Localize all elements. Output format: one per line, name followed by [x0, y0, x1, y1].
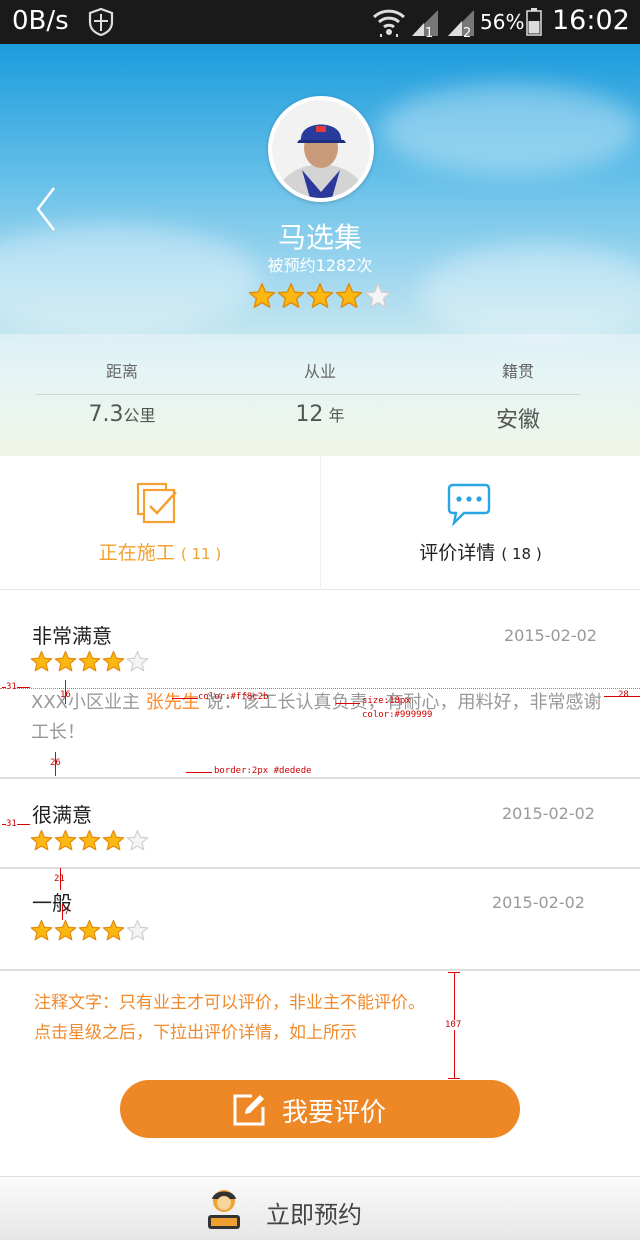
info-label-hometown: 籍贯 [501, 362, 534, 381]
booking-suffix: 次 [356, 256, 373, 275]
book-now-label: 立即预约 [266, 1201, 362, 1229]
status-bar: 0B/s 1 2 56% 16:02 [0, 0, 640, 44]
review-title: 非常满意 [32, 624, 112, 648]
star-filled-icon[interactable] [102, 919, 125, 942]
spec-arrow [172, 698, 198, 699]
review-item[interactable]: 很满意 2015-02-02 [0, 779, 640, 867]
info-value-hometown: 安徽 [495, 408, 540, 433]
spec-color-note-2: color:#999999 [362, 710, 433, 720]
book-now-bar[interactable]: 立即预约 [0, 1176, 640, 1240]
tab-bar: 正在施工 ( 11 ) 评价详情 ( 18 ) [0, 456, 640, 590]
spec-size-note: size:18px [362, 696, 411, 706]
spec-arrow [62, 904, 63, 920]
shield-icon [88, 8, 114, 36]
network-speed: 0B/s [12, 6, 69, 36]
edit-icon [233, 1094, 265, 1126]
note-text: 注释文字：只有业主才可以评价，非业主不能评价。 点击星级之后，下拉出评价详情，如… [34, 993, 425, 1043]
review-date: 2015-02-02 [504, 626, 597, 645]
review-text: XXX小区业主 张先生 说：该工长认真负责，有耐心，用料好，非常感谢工长！ [31, 692, 602, 743]
profile-header: 马选集 被预约1282次 距离 7.3公里 从业 12 年 籍贯 安徽 [0, 44, 640, 456]
spec-margin-right: 28 [618, 690, 629, 700]
star-filled-icon[interactable] [78, 650, 101, 673]
battery-percent: 56% [480, 10, 525, 34]
worker-name: 马选集 [277, 221, 362, 254]
divider [36, 394, 580, 395]
review-item[interactable]: 非常满意 2015-02-02 XXX小区业主 张先生 说：该工长认真负责，有耐… [0, 592, 640, 778]
spec-guide-line [0, 688, 640, 689]
star-empty-icon[interactable] [126, 650, 149, 673]
spec-height: 107 [445, 1020, 462, 1030]
spec-margin-left: 31 [6, 819, 17, 829]
star-filled-icon[interactable] [102, 650, 125, 673]
divider [0, 969, 640, 971]
star-filled-icon[interactable] [54, 919, 77, 942]
signal-icon-sim1: 1 [412, 10, 438, 38]
star-empty-icon[interactable] [126, 919, 149, 942]
review-rating[interactable] [30, 829, 149, 853]
star-filled-icon[interactable] [54, 650, 77, 673]
info-value-experience: 12 年 [295, 402, 345, 427]
reviewer-name: 张先生 [145, 692, 200, 713]
battery-icon [526, 8, 542, 36]
star-filled-icon[interactable] [277, 282, 305, 310]
star-empty-icon[interactable] [364, 282, 392, 310]
checklist-icon [136, 482, 177, 524]
star-empty-icon[interactable] [126, 829, 149, 852]
rate-button-label: 我要评价 [282, 1098, 387, 1128]
spec-arrow [336, 703, 360, 704]
svg-text:1: 1 [425, 26, 433, 38]
review-rating[interactable] [30, 919, 149, 943]
star-filled-icon[interactable] [248, 282, 276, 310]
review-date: 2015-02-02 [502, 804, 595, 823]
tab-working[interactable]: 正在施工 ( 11 ) [0, 456, 321, 590]
star-filled-icon[interactable] [30, 829, 53, 852]
spec-arrow [186, 772, 212, 773]
avatar [268, 96, 374, 202]
tab-reviews[interactable]: 评价详情 ( 18 ) [321, 456, 640, 590]
spec-arrow [448, 972, 460, 973]
info-label-experience: 从业 [303, 362, 336, 381]
worker-photo [272, 100, 370, 198]
wifi-icon [372, 9, 406, 37]
spec-border-note: border:2px #dedede [214, 766, 312, 776]
review-rating[interactable] [30, 650, 149, 674]
spec-margin-left: 31 [6, 682, 17, 692]
spec-arrow [448, 1078, 460, 1079]
review-title: 很满意 [32, 803, 92, 827]
star-filled-icon[interactable] [30, 650, 53, 673]
star-filled-icon[interactable] [335, 282, 363, 310]
info-panel: 距离 7.3公里 从业 12 年 籍贯 安徽 [0, 334, 640, 456]
star-filled-icon[interactable] [54, 829, 77, 852]
chat-icon [447, 483, 491, 526]
info-label-distance: 距离 [105, 362, 138, 381]
star-filled-icon[interactable] [78, 919, 101, 942]
tab-working-label: 正在施工 ( 11 ) [98, 542, 222, 564]
rate-button[interactable]: 我要评价 [120, 1080, 520, 1138]
spec-gap: 16 [60, 690, 71, 700]
profile-rating [248, 282, 394, 310]
spec-gap: 7 [64, 907, 70, 917]
svg-text:2: 2 [463, 26, 471, 38]
spec-gap: 26 [50, 758, 61, 768]
review-item[interactable]: 一般 2015-02-02 [0, 869, 640, 969]
review-date: 2015-02-02 [492, 893, 585, 912]
info-value-distance: 7.3公里 [88, 402, 156, 427]
tab-reviews-label: 评价详情 ( 18 ) [419, 542, 542, 564]
clock: 16:02 [552, 5, 630, 36]
signal-icon-sim2: 2 [448, 10, 474, 38]
star-filled-icon[interactable] [102, 829, 125, 852]
star-filled-icon[interactable] [78, 829, 101, 852]
worker-logo-icon [208, 1190, 240, 1229]
booking-prefix: 被预约 [267, 256, 316, 275]
booking-number: 1282 [315, 256, 357, 275]
star-filled-icon[interactable] [30, 919, 53, 942]
spec-color-note: color:#ff8c2b [198, 692, 269, 702]
booking-count: 被预约1282次 [0, 252, 640, 276]
star-filled-icon[interactable] [306, 282, 334, 310]
spec-gap: 21 [54, 874, 65, 884]
